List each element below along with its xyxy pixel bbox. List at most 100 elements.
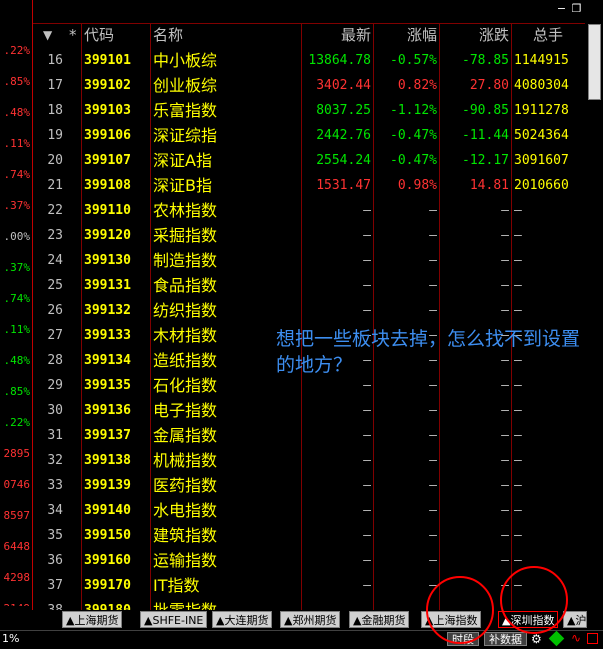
header-chg[interactable]: 涨跌 [439, 24, 509, 47]
gear-icon[interactable]: ⚙ [531, 632, 542, 646]
row-code: 399106 [84, 128, 131, 143]
row-chg: — [501, 553, 509, 568]
header-name[interactable]: 名称 [153, 24, 183, 47]
row-code: 399137 [84, 428, 131, 443]
row-name: 制造指数 [153, 251, 218, 270]
row-index: 25 [47, 278, 63, 293]
layout-icon[interactable] [587, 633, 598, 644]
row-index: 32 [47, 453, 63, 468]
left-column-value: 0746 [3, 478, 31, 491]
left-partial-column: .22% .85% .48% .11% .74% .37% .00% .37% .74% .11%… [0, 26, 32, 606]
table-row[interactable]: 20 399107 深证A指 2554.24 -0.47% -12.17 3091607 [33, 148, 585, 173]
table-row[interactable]: 35 399150 建筑指数 — — — — [33, 523, 585, 548]
wave-icon[interactable]: ∿ [571, 631, 581, 645]
table-row[interactable]: 17 399102 创业板综 3402.44 0.82% 27.80 4080304 [33, 73, 585, 98]
row-vol: — [514, 253, 522, 268]
header-last[interactable]: 最新 [301, 24, 371, 47]
table-row[interactable]: 36 399160 运输指数 — — — — [33, 548, 585, 573]
row-index: 24 [47, 253, 63, 268]
row-name: 水电指数 [153, 501, 218, 520]
row-vol: — [514, 453, 522, 468]
row-name: 深证A指 [153, 151, 212, 170]
left-column-value: .11% [3, 323, 31, 336]
scrollbar-thumb[interactable] [588, 24, 601, 100]
row-pct: — [429, 478, 437, 493]
row-last: — [363, 528, 371, 543]
row-chg: — [501, 453, 509, 468]
row-pct: 0.98% [397, 178, 437, 193]
row-name: 食品指数 [153, 276, 218, 295]
row-pct: — [429, 428, 437, 443]
header-vol[interactable]: 总手 [533, 24, 563, 47]
row-last: — [363, 403, 371, 418]
table-row[interactable]: 31 399137 金属指数 — — — — [33, 423, 585, 448]
header-code[interactable]: 代码 [84, 24, 114, 47]
row-vol: — [514, 228, 522, 243]
table-row[interactable]: 19 399106 深证综指 2442.76 -0.47% -11.44 5024364 [33, 123, 585, 148]
row-code: 399140 [84, 503, 131, 518]
row-vol: 4080304 [514, 78, 569, 93]
row-last: — [363, 428, 371, 443]
table-row[interactable]: 21 399108 深证B指 1531.47 0.98% 14.81 2010660 [33, 173, 585, 198]
row-index: 21 [47, 178, 63, 193]
row-last: — [363, 228, 371, 243]
table-row[interactable]: 25 399131 食品指数 — — — — [33, 273, 585, 298]
left-column-value: .22% [3, 44, 31, 57]
row-last: 2554.24 [316, 153, 371, 168]
table-row[interactable]: 18 399103 乐富指数 8037.25 -1.12% -90.85 1911278 [33, 98, 585, 123]
row-pct: — [429, 203, 437, 218]
table-row[interactable]: 24 399130 制造指数 — — — — [33, 248, 585, 273]
row-name: 农林指数 [153, 201, 218, 220]
row-pct: — [429, 228, 437, 243]
left-column-value: .85% [3, 75, 31, 88]
supplement-data-button[interactable]: 补数据 [484, 632, 527, 646]
left-column-value: 8597 [3, 509, 31, 522]
row-pct: -1.12% [390, 103, 437, 118]
row-code: 399170 [84, 578, 131, 593]
restore-icon[interactable]: ❐ [571, 3, 582, 14]
table-row[interactable]: 26 399132 纺织指数 — — — — [33, 298, 585, 323]
row-pct: — [429, 528, 437, 543]
sort-down-icon[interactable]: ▼ [43, 24, 52, 47]
table-row[interactable]: 30 399136 电子指数 — — — — [33, 398, 585, 423]
table-row[interactable]: 16 399101 中小板综 13864.78 -0.57% -78.85 1144915 [33, 48, 585, 73]
market-tab[interactable]: ▲大连期货 [212, 611, 273, 628]
row-last: 13864.78 [308, 53, 371, 68]
row-vol: 5024364 [514, 128, 569, 143]
row-chg: — [501, 528, 509, 543]
row-index: 20 [47, 153, 63, 168]
row-vol: — [514, 278, 522, 293]
row-chg: — [501, 253, 509, 268]
row-index: 28 [47, 353, 63, 368]
row-last: — [301, 598, 371, 610]
row-last: 1531.47 [316, 178, 371, 193]
row-code: 399108 [84, 178, 131, 193]
market-tab[interactable]: ▲上海期货 [62, 611, 123, 628]
minimize-icon[interactable]: − [556, 3, 567, 14]
left-column-value: .48% [3, 106, 31, 119]
table-row[interactable]: 22 399110 农林指数 — — — — [33, 198, 585, 223]
table-row[interactable]: 34 399140 水电指数 — — — — [33, 498, 585, 523]
row-name: 运输指数 [153, 551, 218, 570]
row-index: 26 [47, 303, 63, 318]
row-chg: — [501, 403, 509, 418]
header-pct[interactable]: 涨幅 [373, 24, 437, 47]
row-pct: -0.47% [390, 153, 437, 168]
market-tab[interactable]: ▲郑州期货 [280, 611, 341, 628]
market-tab[interactable]: ▲金融期货 [349, 611, 410, 628]
row-vol: — [514, 503, 522, 518]
table-row[interactable]: 32 399138 机械指数 — — — — [33, 448, 585, 473]
row-code: 399102 [84, 78, 131, 93]
row-index: 27 [47, 328, 63, 343]
row-code: 399134 [84, 353, 131, 368]
left-column-value: 4298 [3, 571, 31, 584]
row-chg: — [501, 428, 509, 443]
row-name: 创业板综 [153, 76, 218, 95]
table-row[interactable]: 33 399139 医药指数 — — — — [33, 473, 585, 498]
row-chg: — [501, 478, 509, 493]
row-pct: — [429, 278, 437, 293]
market-tab[interactable]: ▲沪 [563, 611, 587, 628]
table-row[interactable]: 23 399120 采掘指数 — — — — [33, 223, 585, 248]
left-column-value: .85% [3, 385, 31, 398]
market-tab[interactable]: ▲SHFE-INE [140, 611, 208, 628]
